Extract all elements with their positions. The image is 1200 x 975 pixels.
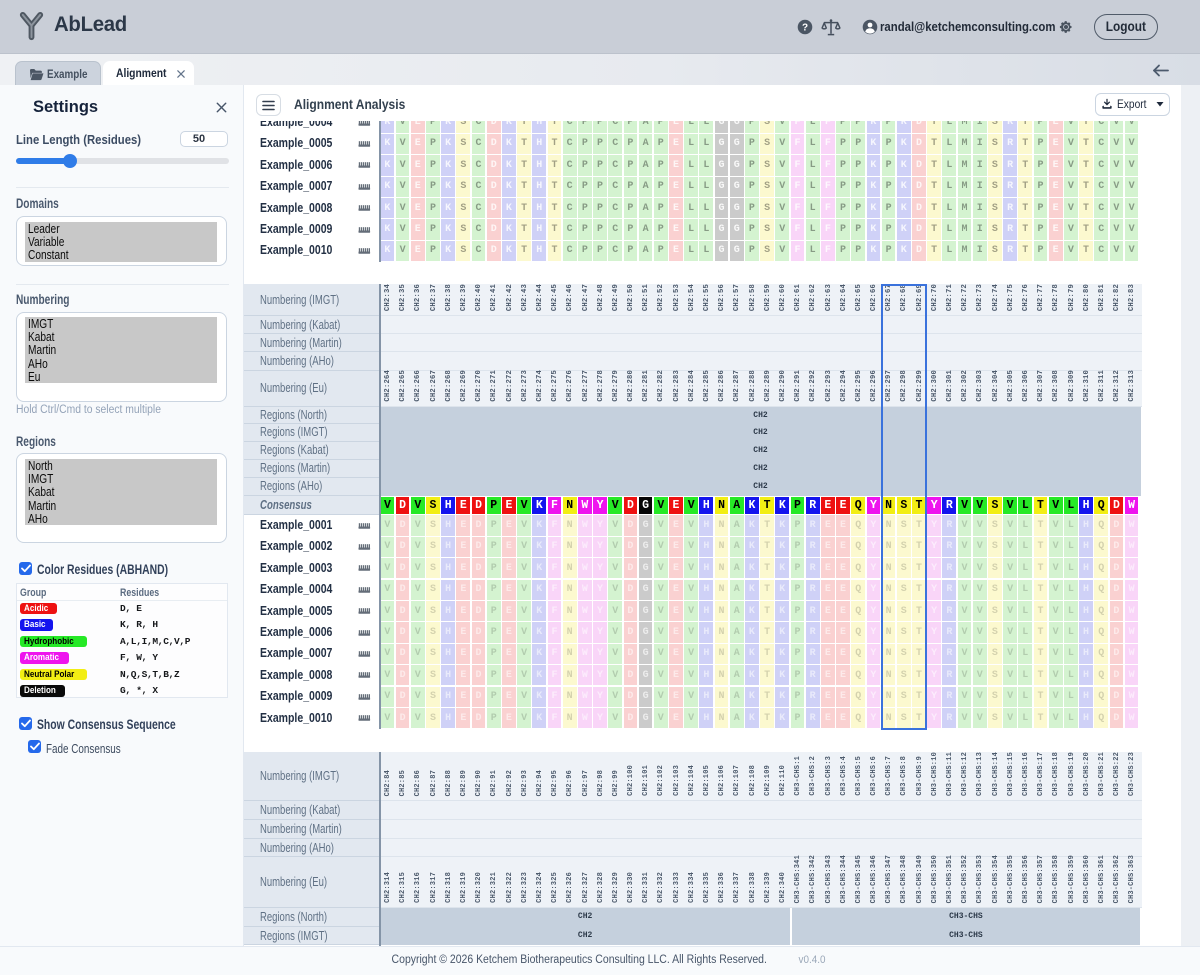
svg-text:?: ? [802,23,808,34]
